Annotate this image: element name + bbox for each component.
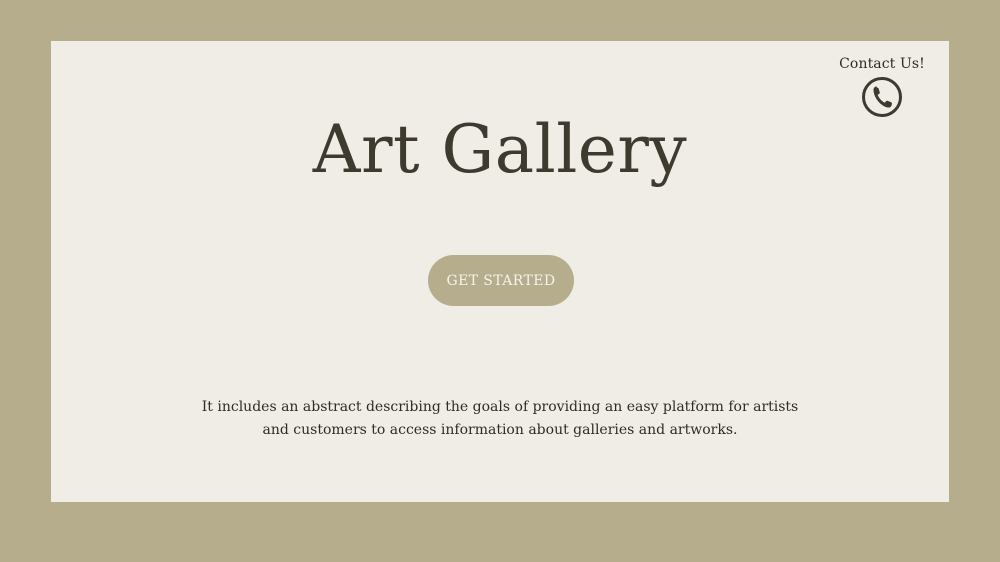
abstract-text: It includes an abstract describing the g… xyxy=(201,399,799,438)
get-started-button[interactable]: GET STARTED xyxy=(428,255,574,306)
contact-label: Contact Us! xyxy=(839,56,925,72)
contact-link[interactable]: Contact Us! xyxy=(837,56,927,118)
page-title: Art Gallery xyxy=(312,111,688,188)
hero-card: Contact Us! Art Gallery GET STARTED It i… xyxy=(51,41,949,502)
